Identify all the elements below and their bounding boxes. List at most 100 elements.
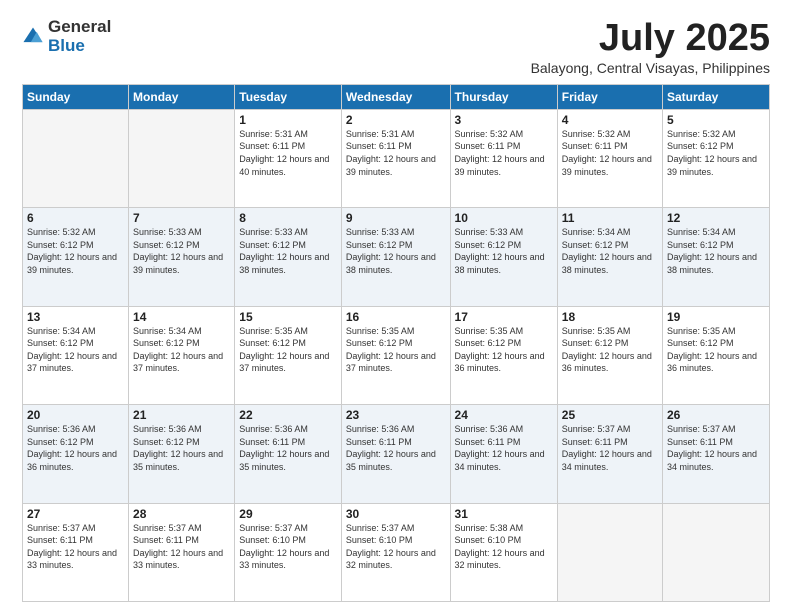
logo: General Blue <box>22 18 111 55</box>
day-number: 22 <box>239 408 337 422</box>
col-header-friday: Friday <box>557 84 662 109</box>
logo-icon <box>22 26 44 48</box>
calendar-cell: 7Sunrise: 5:33 AM Sunset: 6:12 PM Daylig… <box>129 208 235 306</box>
day-info: Sunrise: 5:32 AM Sunset: 6:11 PM Dayligh… <box>562 128 658 178</box>
day-number: 11 <box>562 211 658 225</box>
day-number: 2 <box>346 113 446 127</box>
day-info: Sunrise: 5:37 AM Sunset: 6:11 PM Dayligh… <box>667 423 765 473</box>
day-info: Sunrise: 5:35 AM Sunset: 6:12 PM Dayligh… <box>346 325 446 375</box>
day-number: 28 <box>133 507 230 521</box>
calendar-cell: 22Sunrise: 5:36 AM Sunset: 6:11 PM Dayli… <box>235 405 342 503</box>
calendar-cell: 31Sunrise: 5:38 AM Sunset: 6:10 PM Dayli… <box>450 503 557 601</box>
day-number: 20 <box>27 408 124 422</box>
day-number: 10 <box>455 211 553 225</box>
header-row: SundayMondayTuesdayWednesdayThursdayFrid… <box>23 84 770 109</box>
day-number: 14 <box>133 310 230 324</box>
calendar-cell: 11Sunrise: 5:34 AM Sunset: 6:12 PM Dayli… <box>557 208 662 306</box>
day-number: 24 <box>455 408 553 422</box>
day-info: Sunrise: 5:36 AM Sunset: 6:11 PM Dayligh… <box>455 423 553 473</box>
col-header-tuesday: Tuesday <box>235 84 342 109</box>
calendar-cell: 20Sunrise: 5:36 AM Sunset: 6:12 PM Dayli… <box>23 405 129 503</box>
day-info: Sunrise: 5:32 AM Sunset: 6:11 PM Dayligh… <box>455 128 553 178</box>
week-row-4: 20Sunrise: 5:36 AM Sunset: 6:12 PM Dayli… <box>23 405 770 503</box>
calendar-cell: 3Sunrise: 5:32 AM Sunset: 6:11 PM Daylig… <box>450 109 557 207</box>
day-number: 25 <box>562 408 658 422</box>
day-number: 27 <box>27 507 124 521</box>
day-number: 5 <box>667 113 765 127</box>
day-number: 29 <box>239 507 337 521</box>
col-header-monday: Monday <box>129 84 235 109</box>
calendar-cell <box>663 503 770 601</box>
calendar-cell: 30Sunrise: 5:37 AM Sunset: 6:10 PM Dayli… <box>341 503 450 601</box>
calendar-cell: 14Sunrise: 5:34 AM Sunset: 6:12 PM Dayli… <box>129 306 235 404</box>
calendar-cell: 21Sunrise: 5:36 AM Sunset: 6:12 PM Dayli… <box>129 405 235 503</box>
day-info: Sunrise: 5:32 AM Sunset: 6:12 PM Dayligh… <box>27 226 124 276</box>
calendar-cell: 4Sunrise: 5:32 AM Sunset: 6:11 PM Daylig… <box>557 109 662 207</box>
day-info: Sunrise: 5:36 AM Sunset: 6:12 PM Dayligh… <box>27 423 124 473</box>
day-info: Sunrise: 5:34 AM Sunset: 6:12 PM Dayligh… <box>133 325 230 375</box>
day-info: Sunrise: 5:36 AM Sunset: 6:11 PM Dayligh… <box>239 423 337 473</box>
calendar-cell: 27Sunrise: 5:37 AM Sunset: 6:11 PM Dayli… <box>23 503 129 601</box>
day-info: Sunrise: 5:34 AM Sunset: 6:12 PM Dayligh… <box>562 226 658 276</box>
day-info: Sunrise: 5:31 AM Sunset: 6:11 PM Dayligh… <box>239 128 337 178</box>
calendar-cell: 1Sunrise: 5:31 AM Sunset: 6:11 PM Daylig… <box>235 109 342 207</box>
logo-general: General <box>48 18 111 37</box>
day-info: Sunrise: 5:37 AM Sunset: 6:10 PM Dayligh… <box>239 522 337 572</box>
calendar-cell: 29Sunrise: 5:37 AM Sunset: 6:10 PM Dayli… <box>235 503 342 601</box>
col-header-thursday: Thursday <box>450 84 557 109</box>
day-info: Sunrise: 5:37 AM Sunset: 6:10 PM Dayligh… <box>346 522 446 572</box>
calendar-cell: 5Sunrise: 5:32 AM Sunset: 6:12 PM Daylig… <box>663 109 770 207</box>
day-number: 23 <box>346 408 446 422</box>
day-info: Sunrise: 5:36 AM Sunset: 6:12 PM Dayligh… <box>133 423 230 473</box>
logo-blue: Blue <box>48 37 111 56</box>
calendar-cell: 24Sunrise: 5:36 AM Sunset: 6:11 PM Dayli… <box>450 405 557 503</box>
day-number: 19 <box>667 310 765 324</box>
day-info: Sunrise: 5:34 AM Sunset: 6:12 PM Dayligh… <box>27 325 124 375</box>
day-number: 9 <box>346 211 446 225</box>
day-info: Sunrise: 5:32 AM Sunset: 6:12 PM Dayligh… <box>667 128 765 178</box>
day-info: Sunrise: 5:37 AM Sunset: 6:11 PM Dayligh… <box>27 522 124 572</box>
col-header-sunday: Sunday <box>23 84 129 109</box>
calendar-cell: 12Sunrise: 5:34 AM Sunset: 6:12 PM Dayli… <box>663 208 770 306</box>
day-number: 26 <box>667 408 765 422</box>
calendar-cell: 19Sunrise: 5:35 AM Sunset: 6:12 PM Dayli… <box>663 306 770 404</box>
day-info: Sunrise: 5:33 AM Sunset: 6:12 PM Dayligh… <box>239 226 337 276</box>
day-number: 12 <box>667 211 765 225</box>
calendar-cell: 28Sunrise: 5:37 AM Sunset: 6:11 PM Dayli… <box>129 503 235 601</box>
day-number: 3 <box>455 113 553 127</box>
day-number: 7 <box>133 211 230 225</box>
calendar-cell: 13Sunrise: 5:34 AM Sunset: 6:12 PM Dayli… <box>23 306 129 404</box>
calendar-cell <box>23 109 129 207</box>
day-info: Sunrise: 5:35 AM Sunset: 6:12 PM Dayligh… <box>667 325 765 375</box>
day-info: Sunrise: 5:38 AM Sunset: 6:10 PM Dayligh… <box>455 522 553 572</box>
week-row-3: 13Sunrise: 5:34 AM Sunset: 6:12 PM Dayli… <box>23 306 770 404</box>
week-row-1: 1Sunrise: 5:31 AM Sunset: 6:11 PM Daylig… <box>23 109 770 207</box>
day-info: Sunrise: 5:37 AM Sunset: 6:11 PM Dayligh… <box>133 522 230 572</box>
day-info: Sunrise: 5:36 AM Sunset: 6:11 PM Dayligh… <box>346 423 446 473</box>
col-header-saturday: Saturday <box>663 84 770 109</box>
week-row-5: 27Sunrise: 5:37 AM Sunset: 6:11 PM Dayli… <box>23 503 770 601</box>
day-info: Sunrise: 5:33 AM Sunset: 6:12 PM Dayligh… <box>346 226 446 276</box>
logo-text: General Blue <box>48 18 111 55</box>
day-number: 18 <box>562 310 658 324</box>
calendar-cell: 2Sunrise: 5:31 AM Sunset: 6:11 PM Daylig… <box>341 109 450 207</box>
calendar-cell: 18Sunrise: 5:35 AM Sunset: 6:12 PM Dayli… <box>557 306 662 404</box>
day-number: 21 <box>133 408 230 422</box>
day-info: Sunrise: 5:37 AM Sunset: 6:11 PM Dayligh… <box>562 423 658 473</box>
page-header: General Blue July 2025 Balayong, Central… <box>22 18 770 76</box>
day-info: Sunrise: 5:31 AM Sunset: 6:11 PM Dayligh… <box>346 128 446 178</box>
calendar-cell: 16Sunrise: 5:35 AM Sunset: 6:12 PM Dayli… <box>341 306 450 404</box>
day-number: 30 <box>346 507 446 521</box>
title-block: July 2025 Balayong, Central Visayas, Phi… <box>531 18 770 76</box>
day-info: Sunrise: 5:33 AM Sunset: 6:12 PM Dayligh… <box>133 226 230 276</box>
day-info: Sunrise: 5:35 AM Sunset: 6:12 PM Dayligh… <box>562 325 658 375</box>
calendar-cell: 26Sunrise: 5:37 AM Sunset: 6:11 PM Dayli… <box>663 405 770 503</box>
day-number: 31 <box>455 507 553 521</box>
day-info: Sunrise: 5:35 AM Sunset: 6:12 PM Dayligh… <box>455 325 553 375</box>
day-number: 13 <box>27 310 124 324</box>
calendar-cell: 23Sunrise: 5:36 AM Sunset: 6:11 PM Dayli… <box>341 405 450 503</box>
day-number: 15 <box>239 310 337 324</box>
day-info: Sunrise: 5:33 AM Sunset: 6:12 PM Dayligh… <box>455 226 553 276</box>
month-title: July 2025 <box>531 18 770 60</box>
day-number: 8 <box>239 211 337 225</box>
